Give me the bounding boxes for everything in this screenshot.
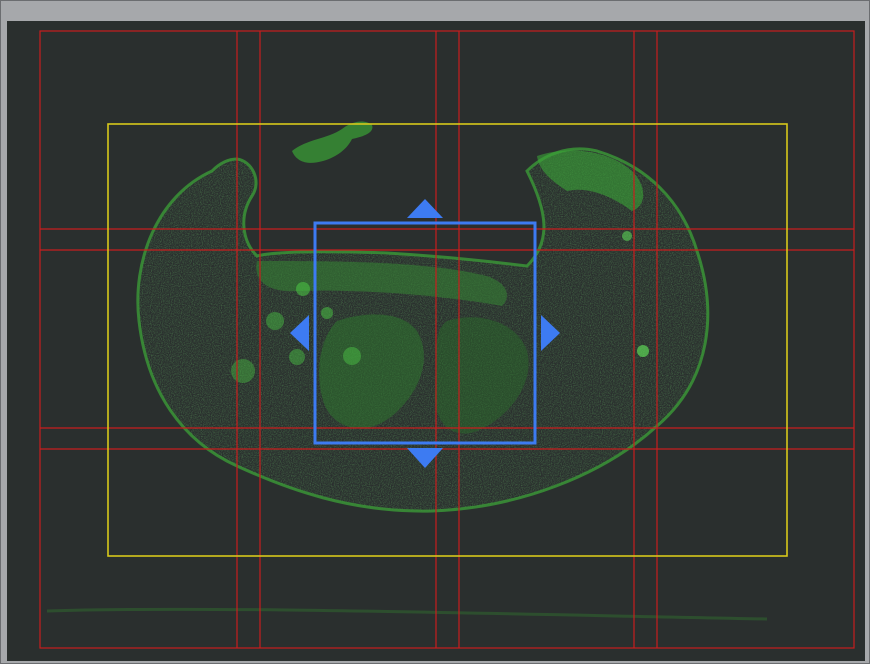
microscope-viewer-window — [0, 0, 870, 664]
image-viewport[interactable] — [7, 21, 865, 661]
tissue-section-image — [46, 121, 768, 621]
triangle-up-icon[interactable] — [407, 199, 443, 218]
overlay-canvas[interactable] — [7, 21, 865, 661]
